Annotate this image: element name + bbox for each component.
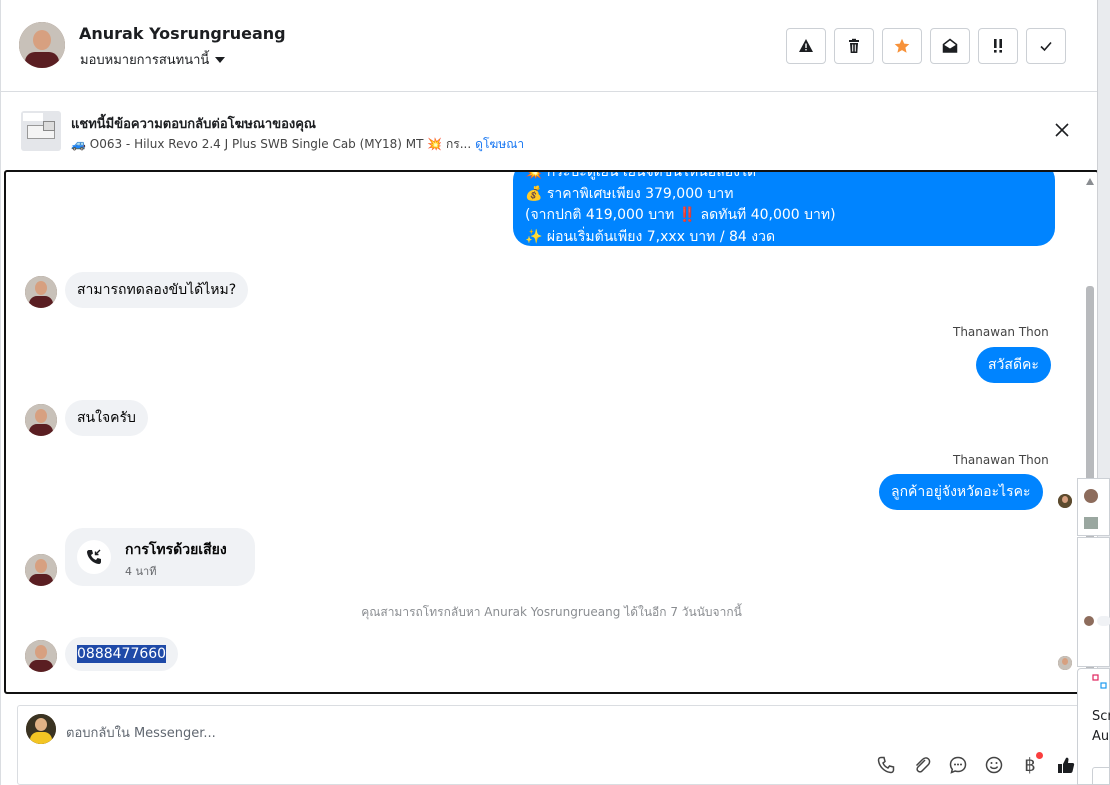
mark-unread-button[interactable] [930, 28, 970, 64]
promo-line: 💰 ราคาพิเศษเพียง 379,000 บาท [525, 185, 734, 202]
popup-text: Au [1092, 729, 1110, 744]
contact-name[interactable]: Anurak Yosrungrueang [79, 24, 286, 43]
promo-message: 💥 กระบะตู้เย็น เย็นจัดขนไหนอลองได้ 💰 ราค… [513, 170, 1055, 246]
star-icon [894, 38, 910, 53]
incoming-message: 0888477660 [65, 637, 179, 671]
caret-down-icon [215, 56, 226, 63]
trash-icon [849, 38, 859, 53]
call-title: การโทรด้วยเสียง [125, 542, 227, 558]
check-icon [1040, 41, 1052, 52]
saved-replies-button[interactable] [947, 754, 969, 776]
outgoing-message: ลูกค้าอยู่จังหวัดอะไรคะ [879, 474, 1043, 510]
ad-banner-title: แชทนี้มีข้อความตอบกลับต่อโฆษณาของคุณ [71, 117, 316, 132]
message-thread[interactable]: 💥 กระบะตู้เย็น เย็นจัดขนไหนอลองได้ 💰 ราค… [4, 170, 1099, 694]
ad-reply-banner: แชทนี้มีข้อความตอบกลับต่อโฆษณาของคุณ 🚙 O… [1, 93, 1098, 169]
smiley-icon [985, 756, 1003, 774]
call-duration: 4 นาที [125, 565, 157, 578]
notification-dot [1036, 752, 1043, 759]
mini-chat-preview[interactable] [1077, 478, 1110, 536]
ad-description: 🚙 O063 - Hilux Revo 2.4 J Plus SWB Singl… [71, 137, 472, 151]
conversation-header: Anurak Yosrungrueang มอบหมายการสนทนานี้ [1, 0, 1098, 92]
callback-notice: คุณสามารถโทรกลับหา Anurak Yosrungrueang … [361, 605, 742, 619]
attach-button[interactable] [911, 754, 933, 776]
outgoing-message: สวัสดีคะ [976, 347, 1051, 383]
chat-bubble-icon [949, 756, 967, 774]
like-button[interactable] [1055, 754, 1077, 776]
app-logo-icon [1092, 674, 1107, 689]
sender-name: Thanawan Thon [953, 325, 1049, 339]
phone-icon [877, 756, 895, 774]
warning-icon [799, 39, 813, 52]
conversation-panel: Anurak Yosrungrueang มอบหมายการสนทนานี้ [0, 0, 1099, 785]
contact-avatar[interactable] [25, 640, 57, 672]
mark-done-button[interactable] [1026, 28, 1066, 64]
assign-conversation-dropdown[interactable]: มอบหมายการสนทนานี้ [80, 49, 226, 70]
incoming-message: สามารถทดลองขับได้ไหม? [65, 272, 249, 308]
payment-button[interactable]: ฿ [1019, 752, 1043, 776]
contact-avatar[interactable] [19, 22, 65, 68]
phone-number[interactable]: 0888477660 [77, 645, 167, 663]
promo-line: 💥 กระบะตู้เย็น เย็นจัดขนไหนอลองได้ [525, 170, 757, 180]
important-icon [994, 39, 1002, 53]
popup-text: Scr [1092, 709, 1110, 724]
reply-input[interactable]: ตอบกลับใน Messenger... [66, 722, 216, 743]
contact-avatar[interactable] [25, 554, 57, 586]
baht-icon: ฿ [1024, 754, 1036, 776]
incoming-message: สนใจครับ [65, 400, 148, 436]
contact-avatar[interactable] [25, 404, 57, 436]
mini-chat-window[interactable] [1077, 537, 1110, 667]
contact-avatar[interactable] [25, 276, 57, 308]
reply-composer: ตอบกลับใน Messenger... ฿ [17, 705, 1087, 785]
call-button[interactable] [875, 754, 897, 776]
voice-call-card[interactable]: การโทรด้วยเสียง 4 นาที [65, 528, 255, 586]
sender-name: Thanawan Thon [953, 453, 1049, 467]
paperclip-icon [915, 757, 931, 773]
seen-avatar [1058, 656, 1072, 670]
close-icon[interactable] [1053, 121, 1071, 139]
promo-line: ✨ ผ่อนเริ่มต้นเพียง 7,xxx บาท / 84 งวด [525, 228, 776, 245]
mark-important-button[interactable] [978, 28, 1018, 64]
promo-line: (จากปกติ 419,000 บาท ‼️ ลดทันที 40,000 บ… [525, 207, 836, 223]
missed-call-icon [77, 540, 111, 574]
report-button[interactable] [786, 28, 826, 64]
envelope-open-icon [942, 38, 958, 53]
assign-label: มอบหมายการสนทนานี้ [80, 53, 210, 68]
scroll-up-arrow-icon[interactable] [1086, 178, 1094, 185]
seen-avatar [1058, 494, 1072, 508]
ad-thumbnail[interactable] [21, 111, 61, 151]
page-avatar [26, 714, 56, 744]
delete-button[interactable] [834, 28, 874, 64]
notification-popup[interactable]: Scr Au [1077, 668, 1110, 785]
emoji-button[interactable] [983, 754, 1005, 776]
thumbs-up-icon [1058, 757, 1075, 773]
star-button[interactable] [882, 28, 922, 64]
view-ad-link[interactable]: ดูโฆษณา [475, 135, 524, 154]
